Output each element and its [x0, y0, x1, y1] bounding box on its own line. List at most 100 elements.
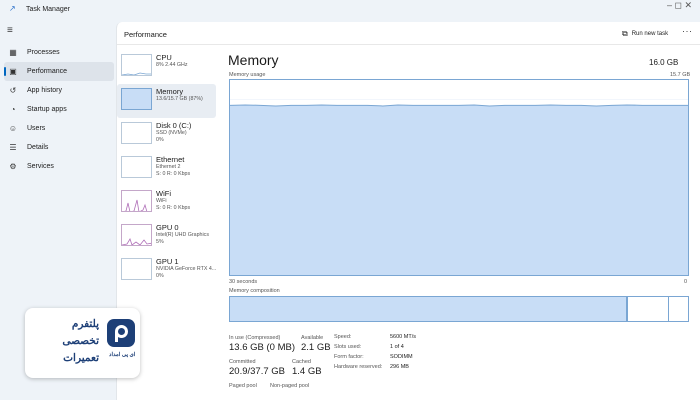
brand-line: تعمیرات: [63, 352, 99, 364]
brand-subtitle: ای پی امداد: [109, 352, 136, 358]
spec-row: Form factor: SODIMM: [334, 354, 416, 364]
nav-item-label: Users: [27, 125, 46, 132]
memory-total: 16.0 GB: [649, 58, 679, 67]
device-item-ethernet[interactable]: Ethernet Ethernet 2 S: 0 R: 0 Kbps: [117, 152, 216, 186]
committed-stat: Committed 20.9/37.7 GB: [229, 359, 285, 377]
device-detail: NVIDIA GeForce RTX 4...: [156, 266, 217, 272]
page-title: Performance: [124, 30, 167, 39]
services-icon: ⚙: [9, 162, 17, 171]
device-name: GPU 0: [156, 223, 179, 232]
device-list: CPU 8% 2.44 GHz Memory 13.6/15.7 GB (87%…: [117, 50, 216, 288]
device-item-cpu[interactable]: CPU 8% 2.44 GHz: [117, 50, 216, 84]
spec-key: Speed:: [334, 334, 352, 340]
spec-value: SODIMM: [390, 354, 413, 360]
run-task-icon: ⧉: [622, 29, 628, 38]
users-icon: ☺: [8, 124, 18, 133]
gpu0-mini-graph: [122, 238, 151, 245]
nav-item-processes[interactable]: ▦ Processes: [4, 43, 114, 62]
device-name: CPU: [156, 53, 172, 62]
hamburger-icon[interactable]: ≡: [7, 26, 17, 36]
device-detail: 5%: [156, 239, 164, 245]
spec-key: Form factor:: [334, 354, 364, 360]
memory-composition-label: Memory composition: [229, 288, 280, 294]
window-controls[interactable]: – ◻ ✕: [667, 0, 692, 11]
device-detail: SSD (NVMe): [156, 130, 187, 136]
spec-value: 296 MB: [390, 364, 409, 370]
nav-item-label: Services: [27, 163, 54, 170]
device-name: Ethernet: [156, 155, 185, 164]
device-detail: Intel(R) UHD Graphics: [156, 232, 209, 238]
memory-thumbnail: [121, 88, 152, 110]
performance-pane: Performance ⧉ Run new task ··· CPU 8% 2.…: [116, 22, 700, 400]
in-use-label: In use (Compressed): [229, 335, 281, 341]
memory-usage-max: 15.7 GB: [670, 72, 691, 78]
nav-item-label: App history: [27, 87, 63, 94]
time-span-label: 30 seconds: [229, 279, 258, 285]
device-item-wifi[interactable]: WiFi WiFi S: 0 R: 0 Kbps: [117, 186, 216, 220]
cached-label: Cached: [292, 359, 311, 365]
spec-row: Slots used: 1 of 4: [334, 344, 416, 354]
available-value: 2.1 GB: [301, 342, 331, 353]
brand-line: پلتفرم: [71, 318, 99, 330]
brand-text: پلتفرم تخصصی تعمیرات: [31, 316, 99, 367]
device-item-disk[interactable]: Disk 0 (C:) SSD (NVMe) 0%: [117, 118, 216, 152]
wifi-mini-graph: [124, 199, 151, 211]
available-label: Available: [301, 335, 324, 341]
device-detail: S: 0 R: 0 Kbps: [156, 171, 191, 177]
task-manager-icon: ↗: [9, 4, 16, 13]
run-new-task-button[interactable]: ⧉ Run new task: [622, 29, 668, 39]
memory-usage-plot: [230, 99, 688, 275]
spec-key: Hardware reserved:: [334, 364, 383, 370]
sidebar-nav: ▦ Processes ▣ Performance ↺ App history …: [4, 43, 114, 176]
time-zero-label: 0: [684, 279, 688, 285]
nav-item-app-history[interactable]: ↺ App history: [4, 81, 114, 100]
processes-icon: ▦: [9, 48, 17, 57]
nav-item-services[interactable]: ⚙ Services: [4, 157, 114, 176]
window-title: Task Manager: [26, 6, 70, 13]
gpu1-thumbnail: [121, 258, 152, 280]
non-paged-pool-label: Non-paged pool: [270, 383, 310, 389]
nav-item-label: Details: [27, 144, 49, 151]
nav-item-performance[interactable]: ▣ Performance: [4, 62, 114, 81]
memory-usage-label: Memory usage: [229, 72, 266, 78]
title-bar: ↗ Task Manager – ◻ ✕: [0, 0, 700, 22]
task-manager-window: ↗ Task Manager – ◻ ✕ ≡ ▦ Processes ▣ Per…: [0, 0, 700, 400]
available-stat: Available 2.1 GB: [301, 335, 331, 353]
device-name: Memory: [156, 87, 184, 96]
device-name: Disk 0 (C:): [156, 121, 192, 130]
device-detail: WiFi: [156, 198, 167, 204]
device-detail: Ethernet 2: [156, 164, 181, 170]
cached-stat: Cached 1.4 GB: [292, 359, 322, 377]
spec-value: 1 of 4: [390, 344, 404, 350]
nav-item-label: Startup apps: [27, 106, 67, 113]
memory-title: Memory: [228, 52, 279, 68]
device-detail: 13.6/15.7 GB (87%): [156, 96, 203, 102]
cpu-thumbnail: [121, 54, 152, 76]
device-detail: 8% 2.44 GHz: [156, 62, 188, 68]
device-item-gpu0[interactable]: GPU 0 Intel(R) UHD Graphics 5%: [117, 220, 216, 254]
run-new-task-label: Run new task: [631, 31, 669, 37]
composition-in-use: [230, 297, 628, 321]
brand-logo-badge: ای پی امداد پلتفرم تخصصی تعمیرات: [25, 308, 140, 378]
ethernet-thumbnail: [121, 156, 152, 178]
more-options-button[interactable]: ···: [682, 26, 693, 36]
brand-line: تخصصی: [62, 335, 99, 347]
committed-value: 20.9/37.7 GB: [229, 366, 285, 377]
brand-logo-icon: [107, 319, 135, 347]
device-item-gpu1[interactable]: GPU 1 NVIDIA GeForce RTX 4... 0%: [117, 254, 216, 288]
device-item-memory[interactable]: Memory 13.6/15.7 GB (87%): [117, 84, 216, 118]
spec-row: Hardware reserved: 296 MB: [334, 364, 416, 374]
spec-value: 5600 MT/s: [390, 334, 416, 340]
device-detail: 0%: [156, 273, 164, 279]
cpu-mini-graph: [122, 72, 151, 75]
nav-item-startup-apps[interactable]: ◔ Startup apps: [4, 100, 114, 119]
nav-item-details[interactable]: ☰ Details: [4, 138, 114, 157]
nav-item-users[interactable]: ☺ Users: [4, 119, 114, 138]
disk-thumbnail: [121, 122, 152, 144]
memory-usage-graph: [229, 79, 689, 276]
performance-icon: ▣: [9, 67, 17, 76]
startup-icon: ◔: [10, 105, 16, 114]
paged-pool-label: Paged pool: [229, 383, 257, 389]
memory-specs: Speed: 5600 MT/s Slots used: 1 of 4 Form…: [334, 334, 416, 374]
history-icon: ↺: [9, 86, 17, 95]
